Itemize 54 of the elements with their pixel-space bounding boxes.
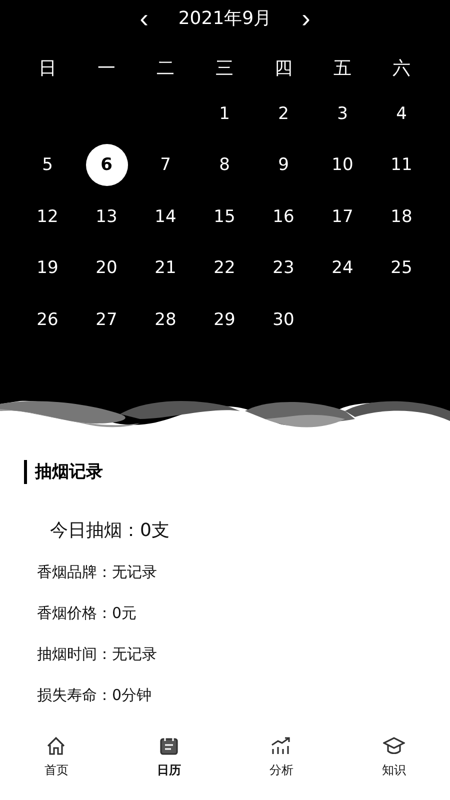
record-text: 香烟价格：0元	[37, 603, 138, 624]
weekday-label: 四	[274, 57, 294, 81]
calendar-day[interactable]: 19	[26, 247, 68, 290]
calendar-day[interactable]: 18	[380, 196, 422, 238]
calendar-day[interactable]: 15	[204, 196, 246, 238]
calendar-icon	[158, 736, 179, 756]
calendar-day[interactable]: 13	[86, 196, 128, 238]
weekday-label: 一	[96, 57, 116, 81]
calendar-day[interactable]: 23	[262, 247, 304, 290]
record-text: 今日抽烟：0支	[50, 519, 170, 543]
calendar-day[interactable]: 6	[86, 144, 128, 186]
calendar-day[interactable]: 1	[204, 92, 246, 135]
calendar-day[interactable]: 29	[204, 298, 246, 341]
record-text: 抽烟时间：无记录	[37, 644, 158, 665]
calendar-day[interactable]: 14	[144, 196, 186, 238]
weekday-label: 二	[156, 57, 176, 81]
weekday-label: 日	[38, 57, 58, 81]
home-icon	[46, 736, 66, 756]
calendar-day[interactable]: 10	[322, 144, 364, 186]
nav-tab[interactable]: 分析	[225, 730, 338, 794]
previous-month-button[interactable]: ‹	[136, 4, 152, 30]
calendar-day[interactable]: 9	[262, 144, 304, 186]
calendar-day[interactable]: 7	[144, 144, 186, 186]
calendar-day[interactable]: 30	[262, 298, 304, 341]
month-title: 2021年9月	[178, 6, 272, 30]
next-month-button[interactable]: ›	[298, 4, 314, 30]
calendar-day[interactable]: 22	[204, 247, 246, 290]
section-title: 抽烟记录	[24, 460, 450, 484]
calendar-day[interactable]: 5	[26, 144, 68, 186]
calendar-day[interactable]: 12	[26, 196, 68, 238]
graduation-cap-icon	[382, 736, 405, 756]
calendar-day[interactable]: 16	[262, 196, 304, 238]
calendar-day[interactable]: 11	[380, 144, 422, 186]
chart-icon	[270, 736, 292, 756]
calendar-day[interactable]: 24	[322, 247, 364, 290]
nav-tab[interactable]: 日历	[112, 730, 225, 794]
calendar-day[interactable]: 25	[380, 247, 422, 290]
nav-tab[interactable]: 首页	[0, 730, 112, 794]
calendar-day[interactable]: 8	[204, 144, 246, 186]
record-text: 损失寿命：0分钟	[37, 685, 153, 706]
record-text: 香烟品牌：无记录	[37, 562, 158, 583]
calendar-day[interactable]: 21	[144, 247, 186, 290]
nav-tab[interactable]: 知识	[338, 730, 450, 794]
weekday-label: 六	[392, 57, 412, 81]
calendar-day[interactable]: 20	[86, 247, 128, 290]
calendar-day[interactable]: 3	[322, 92, 364, 135]
weekday-label: 五	[332, 57, 352, 81]
calendar-day[interactable]: 28	[144, 298, 186, 341]
calendar-day[interactable]: 17	[322, 196, 364, 238]
calendar-day[interactable]: 2	[262, 92, 304, 135]
calendar-day[interactable]: 27	[86, 298, 128, 341]
weekday-label: 三	[214, 57, 234, 81]
calendar-day[interactable]: 4	[380, 92, 422, 135]
calendar-day[interactable]: 26	[26, 298, 68, 341]
